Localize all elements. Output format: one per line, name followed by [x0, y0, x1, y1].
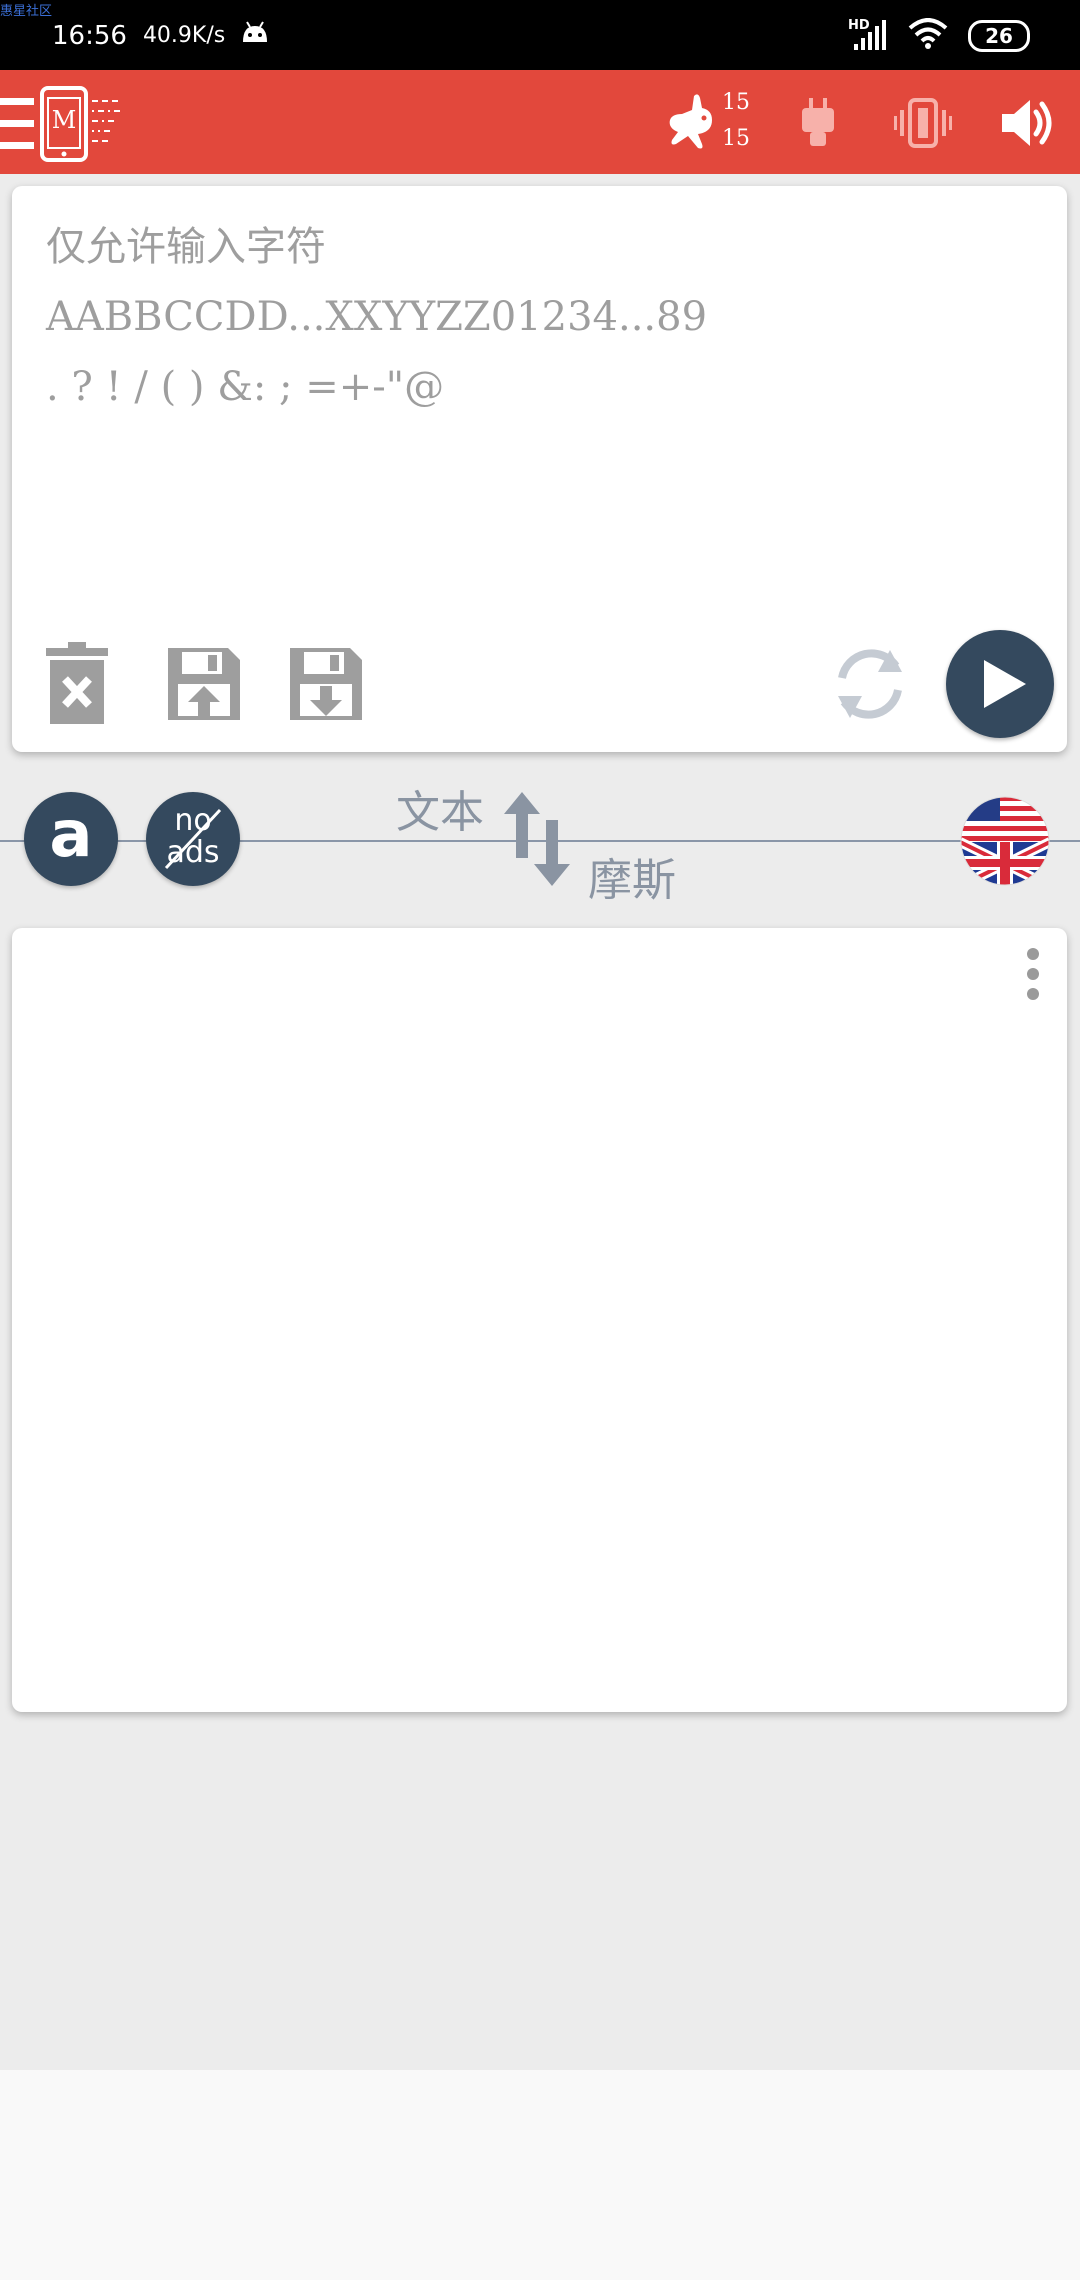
- status-bar: 16:56 40.9K/s HD 26: [0, 0, 1080, 70]
- text-mode-label: 文本: [390, 776, 490, 840]
- slash-icon: [164, 808, 222, 874]
- flashlight-icon[interactable]: [800, 98, 836, 152]
- wifi-icon: [908, 18, 948, 54]
- output-card: [12, 928, 1067, 1712]
- app-toolbar: M 15 15: [0, 70, 1080, 174]
- delete-icon[interactable]: [46, 642, 108, 728]
- signal-icon: HD: [848, 18, 888, 52]
- case-toggle-button[interactable]: a: [24, 792, 118, 886]
- menu-icon[interactable]: [0, 98, 34, 154]
- more-options-icon[interactable]: [1023, 948, 1043, 1004]
- save-download-icon[interactable]: [290, 648, 362, 724]
- bottom-area: [0, 2070, 1080, 2280]
- save-upload-icon[interactable]: [168, 648, 240, 724]
- swap-icon[interactable]: [502, 792, 572, 890]
- morse-mode-label: 摩斯: [582, 844, 682, 908]
- text-input[interactable]: [34, 212, 1046, 612]
- refresh-icon[interactable]: [828, 642, 912, 730]
- watermark: 惠星社区: [0, 4, 53, 19]
- play-icon: [982, 658, 1028, 714]
- vibrate-icon[interactable]: [894, 98, 952, 152]
- volume-icon[interactable]: [1000, 96, 1056, 154]
- no-ads-button[interactable]: no ads: [146, 792, 240, 886]
- battery-indicator: 26: [968, 20, 1030, 52]
- android-icon: [241, 20, 269, 51]
- play-button[interactable]: [946, 630, 1054, 738]
- language-flag-icon[interactable]: [960, 796, 1050, 890]
- status-time: 16:56: [52, 20, 127, 51]
- case-toggle-label: a: [49, 798, 93, 872]
- status-speed: 40.9K/s: [142, 23, 226, 48]
- speed-bottom-value: 15: [722, 126, 750, 151]
- input-card: [12, 186, 1067, 752]
- rabbit-speed-icon[interactable]: [664, 92, 716, 156]
- speed-top-value: 15: [722, 90, 750, 115]
- app-logo-letter: M: [51, 106, 77, 134]
- app-logo-icon: M: [40, 86, 124, 166]
